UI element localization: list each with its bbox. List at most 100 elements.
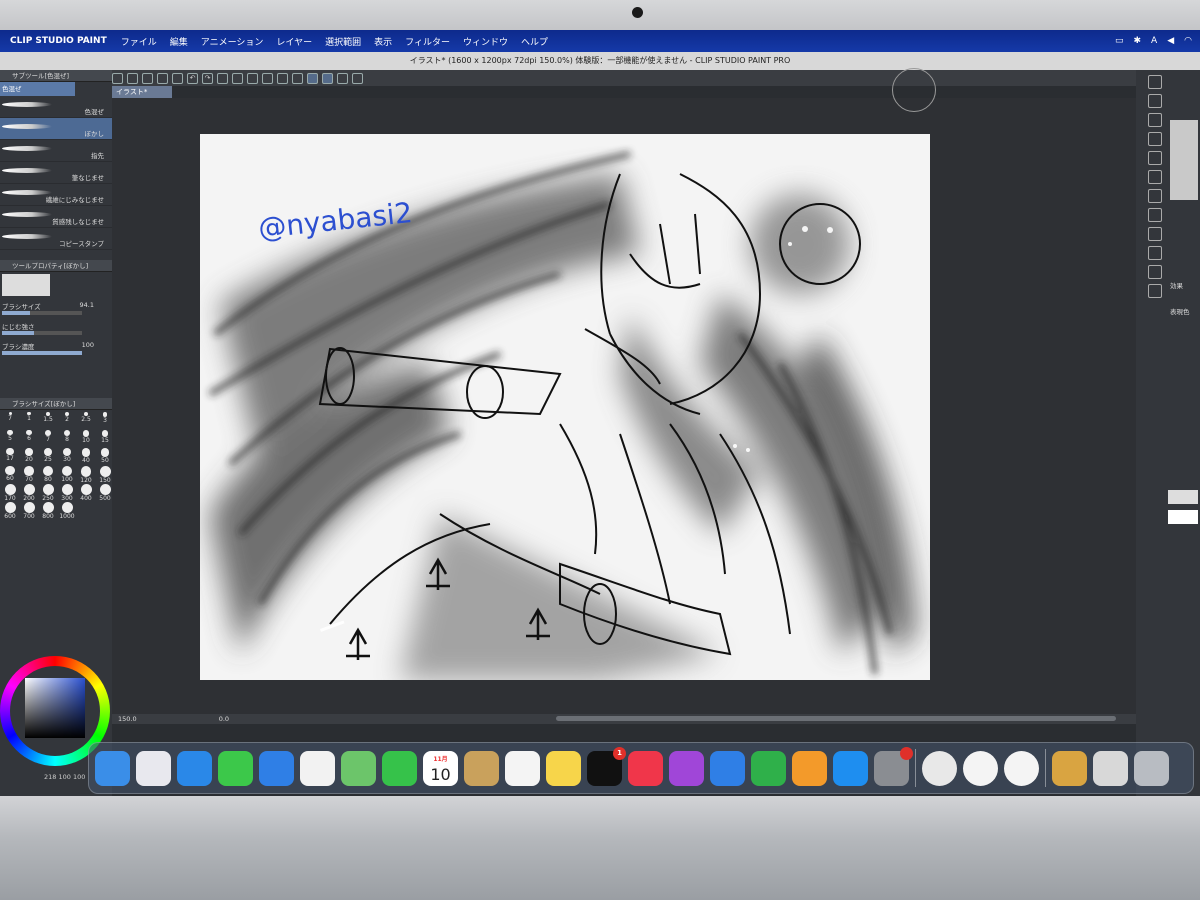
zoom-value[interactable]: 150.0	[118, 715, 137, 723]
keynote-icon[interactable]	[710, 750, 745, 786]
messages-icon[interactable]	[218, 750, 253, 786]
apple-tv-icon[interactable]: 1	[587, 746, 626, 786]
subtool-item-color-mix[interactable]: 色混ぜ	[0, 96, 112, 118]
menu-animation[interactable]: アニメーション	[201, 35, 264, 48]
brush-size-preset[interactable]: 17	[1, 448, 19, 465]
menu-file[interactable]: ファイル	[121, 35, 157, 48]
finder-icon[interactable]	[95, 750, 130, 786]
brush-size-preset[interactable]: 600	[1, 502, 19, 520]
brush-size-slider[interactable]	[2, 311, 82, 315]
menu-view[interactable]: 表示	[374, 35, 392, 48]
brush-size-preset[interactable]: 170	[1, 484, 19, 502]
brush-size-preset[interactable]: 200	[20, 484, 38, 502]
music-icon[interactable]	[628, 750, 663, 786]
brush-size-preset[interactable]: 120	[77, 466, 95, 484]
deselect-icon[interactable]	[262, 72, 273, 84]
crop-icon[interactable]	[277, 72, 288, 84]
open-file-icon[interactable]	[142, 72, 153, 84]
subtool-item-fiber-blend[interactable]: 繊維にじみなじませ	[0, 184, 112, 206]
saturation-value-square[interactable]	[25, 678, 85, 738]
menu-edit[interactable]: 編集	[170, 35, 188, 48]
trash-icon[interactable]	[1134, 750, 1169, 786]
sub-view-icon[interactable]	[1148, 94, 1162, 108]
system-preferences-icon[interactable]	[874, 746, 913, 786]
input-source-icon[interactable]: A	[1151, 36, 1157, 46]
bluetooth-icon[interactable]: ✱	[1134, 36, 1142, 46]
undo-icon[interactable]: ↶	[187, 72, 198, 84]
brush-size-preset[interactable]: 100	[58, 466, 76, 483]
material-9-icon[interactable]	[1148, 265, 1162, 279]
volume-icon[interactable]: ◀	[1167, 36, 1174, 46]
subtool-group-tab[interactable]: 色混ぜ	[0, 82, 75, 96]
brush-size-preset[interactable]: 70	[20, 466, 38, 483]
menu-filter[interactable]: フィルター	[405, 35, 450, 48]
brush-size-value[interactable]: 94.1	[80, 301, 94, 309]
material-3-icon[interactable]	[1148, 151, 1162, 165]
brush-size-preset[interactable]: 40	[77, 448, 95, 465]
companion-icon[interactable]	[352, 72, 363, 84]
archive-utility-icon[interactable]	[1052, 750, 1087, 786]
material-icon[interactable]	[1148, 113, 1162, 127]
launchpad-icon[interactable]	[136, 750, 171, 786]
subtool-item-brush-blend[interactable]: 筆なじませ	[0, 162, 112, 184]
material-10-icon[interactable]	[1148, 284, 1162, 298]
brush-density-property[interactable]: ブラシ濃度 100	[0, 338, 112, 358]
clip-studio-paint-icon[interactable]	[963, 750, 998, 786]
clip-studio-icon[interactable]	[112, 72, 123, 84]
redo-icon[interactable]: ↷	[202, 72, 213, 84]
layer-thumbnail[interactable]	[1168, 490, 1198, 504]
tab-document[interactable]: イラスト*	[112, 86, 172, 98]
word-app-icon[interactable]	[1004, 750, 1039, 786]
brush-size-preset[interactable]: 25	[39, 448, 57, 465]
horizontal-scrollbar[interactable]	[556, 716, 1116, 721]
clear-icon[interactable]	[217, 72, 228, 84]
clip-studio-icon[interactable]	[922, 750, 957, 786]
brush-size-preset[interactable]: 2.5	[77, 412, 95, 429]
podcasts-icon[interactable]	[669, 750, 704, 786]
safari-icon[interactable]	[177, 750, 212, 786]
brush-size-preset[interactable]: 8	[58, 430, 76, 447]
layer-thumbnail-2[interactable]	[1168, 510, 1198, 524]
notes-icon[interactable]	[546, 750, 581, 786]
print-icon[interactable]	[172, 72, 183, 84]
brush-size-preset[interactable]: 5	[1, 430, 19, 447]
maps-icon[interactable]	[341, 750, 376, 786]
material-5-icon[interactable]	[1148, 189, 1162, 203]
material-7-icon[interactable]	[1148, 227, 1162, 241]
display-icon[interactable]: ▭	[1115, 36, 1124, 46]
fill-icon[interactable]	[247, 72, 258, 84]
brush-size-preset[interactable]: 60	[1, 466, 19, 483]
reminders-icon[interactable]	[505, 750, 540, 786]
brush-size-preset[interactable]: 30	[58, 448, 76, 465]
material-2-icon[interactable]	[1148, 132, 1162, 146]
rotation-value[interactable]: 0.0	[219, 715, 229, 723]
brush-size-preset[interactable]: 400	[77, 484, 95, 502]
menubar-app-name[interactable]: CLIP STUDIO PAINT	[10, 36, 107, 46]
blur-strength-property[interactable]: にじむ強さ	[0, 318, 112, 338]
app-store-icon[interactable]	[833, 750, 868, 786]
subtool-item-copy-stamp[interactable]: コピースタンプ	[0, 228, 112, 250]
contacts-icon[interactable]	[464, 750, 499, 786]
navigator-icon[interactable]	[1148, 75, 1162, 89]
new-file-icon[interactable]	[127, 72, 138, 84]
brush-size-preset[interactable]: 2	[58, 412, 76, 429]
artboard[interactable]: @nyabasi2	[200, 134, 930, 680]
subtool-item-texture-blend[interactable]: 質感残しなじませ	[0, 206, 112, 228]
navigator-preview[interactable]	[1170, 120, 1198, 200]
brush-size-property[interactable]: ブラシサイズ 94.1	[0, 298, 112, 318]
calendar-icon[interactable]: 11月 10	[423, 750, 458, 786]
menu-selection[interactable]: 選択範囲	[325, 35, 361, 48]
brush-size-preset[interactable]: 250	[39, 484, 57, 502]
wifi-icon[interactable]: ◠	[1184, 36, 1192, 46]
blur-strength-slider[interactable]	[2, 331, 82, 335]
menu-help[interactable]: ヘルプ	[521, 35, 548, 48]
save-icon[interactable]	[157, 72, 168, 84]
numbers-icon[interactable]	[751, 750, 786, 786]
brush-size-preset[interactable]: 700	[20, 502, 38, 520]
brush-size-preset[interactable]: 7	[39, 430, 57, 447]
material-8-icon[interactable]	[1148, 246, 1162, 260]
facetime-icon[interactable]	[382, 750, 417, 786]
pages-icon[interactable]	[792, 750, 827, 786]
mail-icon[interactable]	[259, 750, 294, 786]
brush-density-slider[interactable]	[2, 351, 82, 355]
